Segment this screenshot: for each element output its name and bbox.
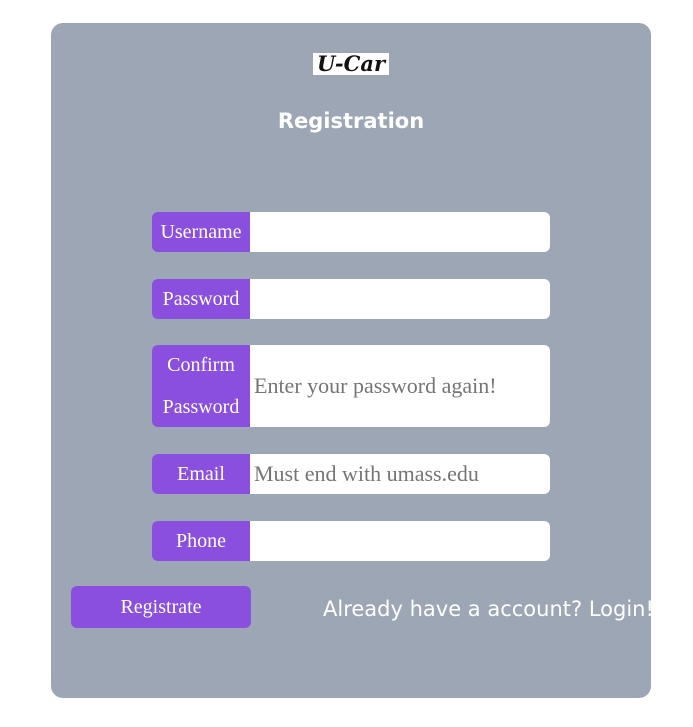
- password-label: Password: [152, 279, 250, 319]
- username-row: Username: [152, 212, 550, 252]
- phone-label: Phone: [152, 521, 250, 561]
- phone-input[interactable]: [250, 521, 550, 561]
- confirm-password-label: Confirm Password: [152, 345, 250, 427]
- email-input[interactable]: [250, 454, 550, 494]
- registrate-button[interactable]: Registrate: [71, 586, 251, 628]
- confirm-password-row: Confirm Password: [152, 345, 550, 427]
- phone-row: Phone: [152, 521, 550, 561]
- confirm-password-input[interactable]: [250, 345, 550, 427]
- password-row: Password: [152, 279, 550, 319]
- confirm-password-label-line2: Password: [162, 396, 240, 418]
- brand-logo: U-Car: [313, 53, 389, 75]
- username-label: Username: [152, 212, 250, 252]
- confirm-password-label-line1: Confirm: [167, 354, 235, 376]
- password-input[interactable]: [250, 279, 550, 319]
- username-input[interactable]: [250, 212, 550, 252]
- email-row: Email: [152, 454, 550, 494]
- registration-card: U-Car Registration Username Password Con…: [51, 23, 654, 698]
- email-label: Email: [152, 454, 250, 494]
- login-link[interactable]: Already have a account? Login!: [323, 594, 654, 624]
- page-title: Registration: [277, 109, 425, 133]
